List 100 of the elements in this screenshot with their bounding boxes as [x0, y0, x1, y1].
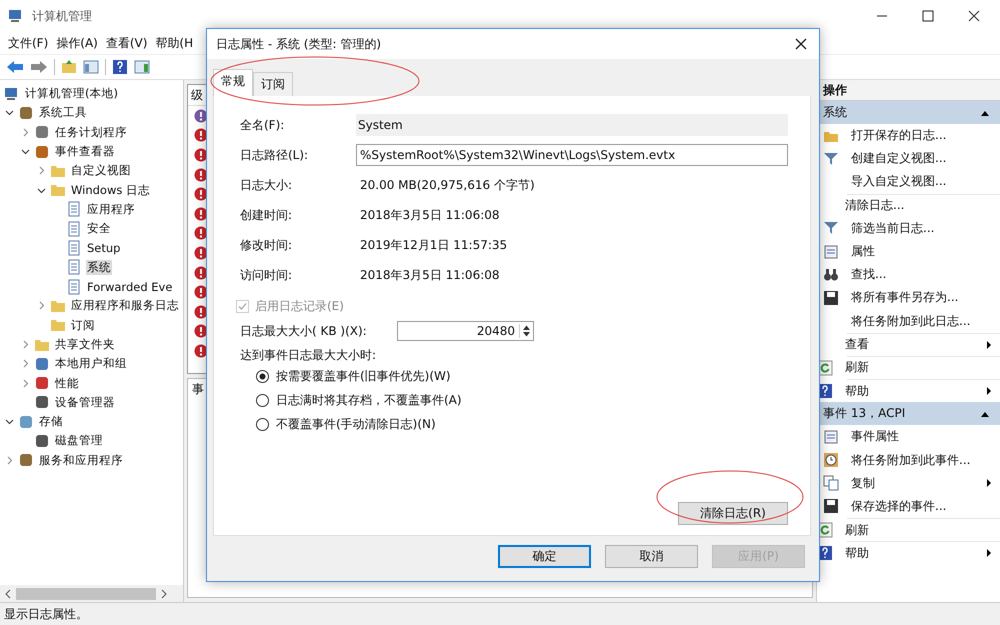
- expanded-chevron-icon[interactable]: [4, 108, 14, 118]
- funnel-icon: [823, 220, 839, 236]
- radio-label: 按需要覆盖事件(旧事件优先)(W): [276, 368, 451, 384]
- collapse-triangle-icon[interactable]: [980, 108, 990, 116]
- menu-item[interactable]: 操作(A): [56, 34, 98, 52]
- field-label: 日志路径(L):: [240, 146, 310, 164]
- action-item[interactable]: 创建自定义视图...: [851, 150, 992, 168]
- action-item[interactable]: 打开保存的日志...: [851, 127, 992, 144]
- scroll-left-icon[interactable]: [4, 588, 12, 598]
- tree-item[interactable]: 系统: [86, 260, 112, 275]
- clear-log-button[interactable]: 清除日志(R): [678, 502, 788, 525]
- collapse-triangle-icon[interactable]: [980, 410, 990, 418]
- tree-item[interactable]: 计算机管理(本地): [24, 86, 119, 102]
- binoculars-icon: [823, 266, 839, 283]
- tree-item[interactable]: 磁盘管理: [54, 433, 104, 448]
- tree-item[interactable]: 共享文件夹: [54, 337, 116, 352]
- section-header[interactable]: 事件 13，ACPI: [817, 402, 1000, 426]
- computer-icon: [4, 86, 20, 102]
- tree-item[interactable]: Windows 日志: [70, 182, 151, 198]
- node-icon: [34, 432, 50, 449]
- computer-icon: [8, 8, 24, 24]
- expanded-chevron-icon[interactable]: [20, 147, 30, 156]
- tree-item[interactable]: 安全: [86, 221, 112, 236]
- collapsed-chevron-icon[interactable]: [20, 340, 30, 349]
- close-icon[interactable]: [968, 10, 980, 22]
- forward-arrow-icon[interactable]: [30, 59, 48, 75]
- action-item[interactable]: 事件属性: [851, 428, 992, 446]
- tree-item[interactable]: 订阅: [70, 318, 96, 333]
- action-item[interactable]: 保存选择的事件...: [851, 498, 992, 515]
- tree-item[interactable]: 应用程序和服务日志: [70, 298, 180, 314]
- expanded-chevron-icon[interactable]: [36, 186, 46, 195]
- panel-icon[interactable]: [134, 59, 150, 75]
- tree-item[interactable]: 服务和应用程序: [38, 452, 124, 468]
- field-label: 日志大小:: [240, 176, 294, 194]
- panel-header: 操作: [817, 80, 1000, 101]
- scroll-right-icon[interactable]: [160, 588, 168, 598]
- tree-item[interactable]: 设备管理器: [54, 394, 116, 410]
- folder-up-icon[interactable]: [61, 59, 77, 75]
- action-item[interactable]: 帮助: [845, 544, 980, 562]
- action-item[interactable]: 导入自定义视图...: [851, 173, 992, 190]
- dialog-button[interactable]: 确定: [498, 545, 591, 568]
- size-spinner[interactable]: 20480: [397, 321, 534, 341]
- action-item[interactable]: 属性: [851, 243, 992, 260]
- tree-item[interactable]: 应用程序: [86, 202, 136, 217]
- action-item[interactable]: 将任务附加到此事件...: [851, 452, 992, 469]
- tree-item[interactable]: 本地用户和组: [54, 356, 128, 372]
- collapsed-chevron-icon[interactable]: [20, 359, 30, 368]
- tab[interactable]: 常规: [213, 69, 253, 96]
- radio-button[interactable]: [256, 418, 269, 430]
- close-icon[interactable]: [795, 38, 807, 50]
- action-item[interactable]: 刷新: [845, 522, 992, 539]
- radio-label: 不覆盖事件(手动清除日志)(N): [276, 416, 436, 432]
- radio-button[interactable]: [256, 370, 269, 382]
- dialog-button[interactable]: 取消: [605, 545, 698, 568]
- action-item[interactable]: 筛选当前日志...: [851, 220, 992, 237]
- back-arrow-icon[interactable]: [6, 59, 24, 75]
- dialog-title: 日志属性 - 系统 (类型: 管理的): [216, 36, 381, 52]
- tab[interactable]: 订阅: [253, 72, 293, 96]
- tree-item[interactable]: 任务计划程序: [54, 124, 128, 140]
- collapsed-chevron-icon[interactable]: [36, 166, 46, 176]
- radio-label: 日志满时将其存档，不覆盖事件(A): [276, 392, 462, 408]
- document-icon: [66, 220, 82, 237]
- folder-icon: [50, 317, 66, 334]
- action-item[interactable]: 查找...: [851, 266, 992, 284]
- node-icon: [34, 356, 50, 372]
- panel-icon[interactable]: [83, 59, 99, 75]
- action-item[interactable]: 将所有事件另存为...: [851, 289, 992, 306]
- menu-item[interactable]: 帮助(H: [155, 34, 194, 52]
- maximize-icon[interactable]: [922, 10, 934, 22]
- collapsed-chevron-icon[interactable]: [36, 301, 46, 310]
- checkbox-label: 启用日志记录(E): [255, 298, 344, 315]
- collapsed-chevron-icon[interactable]: [20, 378, 30, 388]
- properties-icon: [823, 244, 839, 260]
- tree-item[interactable]: Forwarded Eve: [86, 280, 174, 294]
- tree-item[interactable]: 事件查看器: [54, 144, 116, 160]
- action-item[interactable]: 将任务附加到此日志...: [851, 312, 992, 330]
- action-item[interactable]: 复制: [851, 474, 980, 492]
- menu-item[interactable]: 查看(V): [106, 34, 148, 52]
- tree-item[interactable]: Setup: [86, 241, 122, 256]
- tree-item[interactable]: 系统工具: [38, 105, 88, 120]
- action-item[interactable]: 帮助: [845, 382, 980, 400]
- menu-item[interactable]: 文件(F): [8, 34, 48, 52]
- tree-item[interactable]: 自定义视图: [70, 163, 132, 178]
- collapsed-chevron-icon[interactable]: [20, 128, 30, 137]
- field-label: 访问时间:: [240, 266, 294, 284]
- tree-item[interactable]: 性能: [54, 376, 80, 391]
- path-field[interactable]: %SystemRoot%\System32\Winevt\Logs\System.evtx: [356, 144, 788, 166]
- node-icon: [18, 104, 34, 121]
- action-item[interactable]: 清除日志...: [845, 197, 992, 214]
- collapsed-chevron-icon[interactable]: [4, 456, 14, 465]
- help-icon[interactable]: [112, 59, 128, 75]
- action-item[interactable]: 查看: [845, 336, 980, 354]
- action-item[interactable]: 刷新: [845, 359, 992, 376]
- radio-button[interactable]: [256, 394, 269, 406]
- scrollbar-thumb[interactable]: [16, 588, 156, 600]
- document-icon: [66, 201, 82, 218]
- document-icon: [66, 278, 82, 295]
- tree-item[interactable]: 存储: [38, 414, 64, 430]
- expanded-chevron-icon[interactable]: [4, 417, 14, 426]
- section-header[interactable]: 系统: [817, 101, 1000, 124]
